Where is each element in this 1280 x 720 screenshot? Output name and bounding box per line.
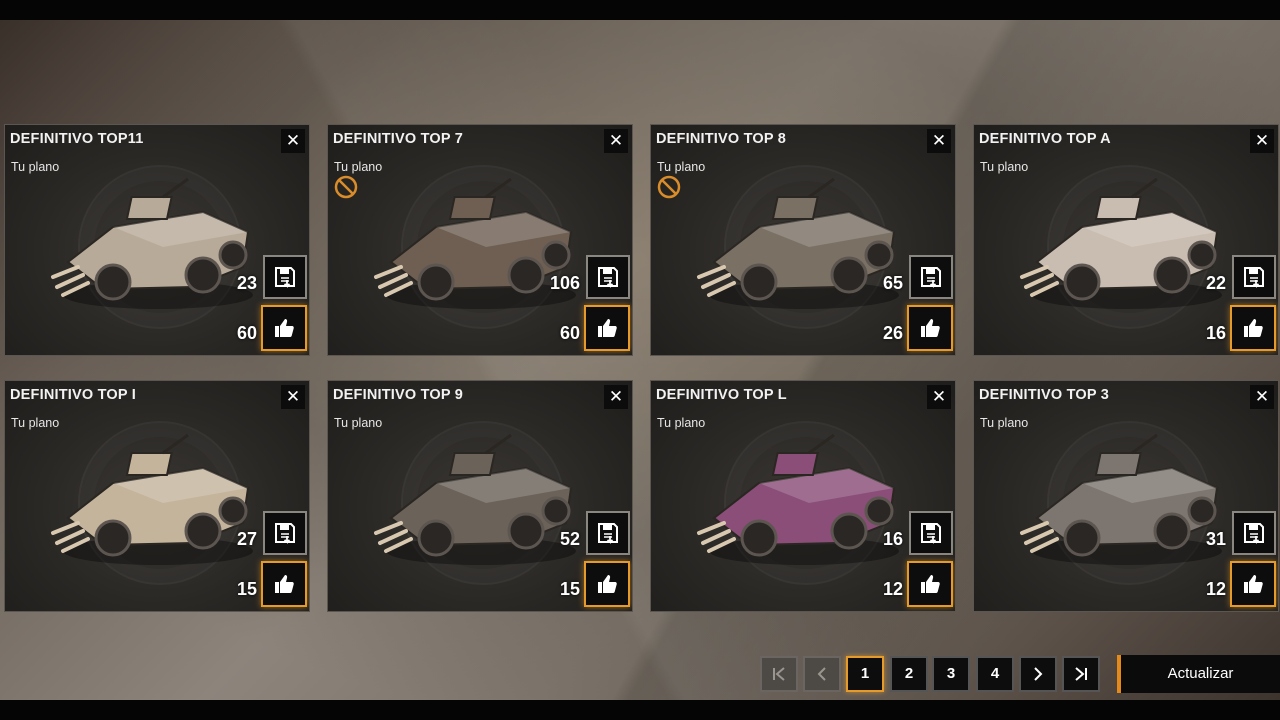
close-icon[interactable]: ✕ [927,129,951,153]
floppy-save-icon [921,523,941,544]
thumbs-up-icon [1244,319,1263,337]
like-count: 60 [559,323,580,343]
save-count: 31 [1205,529,1226,549]
floppy-save-icon [598,523,618,544]
like-button[interactable] [261,305,307,351]
save-blueprint-button[interactable] [1232,511,1276,555]
save-blueprint-button[interactable] [263,255,307,299]
next-page-button[interactable] [1019,656,1057,692]
floppy-save-icon [598,267,618,288]
first-page-icon [773,667,785,681]
like-count: 16 [1205,323,1226,343]
blueprint-title: DEFINITIVO TOP 9 [333,387,463,403]
close-icon[interactable]: ✕ [604,385,628,409]
vehicle-image [51,177,253,309]
like-button[interactable] [1230,305,1276,351]
like-button[interactable] [584,561,630,607]
save-count: 22 [1205,273,1226,293]
thumbs-up-icon [921,319,940,337]
last-page-button[interactable] [1062,656,1100,692]
floppy-save-icon [1244,523,1264,544]
close-icon[interactable]: ✕ [1250,129,1274,153]
blueprint-title: DEFINITIVO TOP11 [10,131,144,147]
like-count: 60 [236,323,257,343]
like-count: 26 [882,323,903,343]
thumbs-up-icon [1244,575,1263,593]
close-icon[interactable]: ✕ [281,385,305,409]
like-button[interactable] [907,561,953,607]
banned-icon [657,175,681,199]
blueprint-card[interactable]: DEFINITIVO TOP11 Tu plano ✕ 23 60 [4,124,310,356]
next-page-icon [1034,667,1043,681]
save-count: 27 [236,529,257,549]
save-count: 52 [559,529,580,549]
blueprint-card[interactable]: DEFINITIVO TOP 7 Tu plano ✕ 106 60 [327,124,633,356]
blueprint-title: DEFINITIVO TOP I [10,387,136,403]
like-button[interactable] [261,561,307,607]
floppy-save-icon [275,523,295,544]
letterbox-bottom [0,700,1280,720]
blueprint-title: DEFINITIVO TOP A [979,131,1111,147]
thumbs-up-icon [921,575,940,593]
like-button[interactable] [584,305,630,351]
save-blueprint-button[interactable] [586,511,630,555]
save-count: 23 [236,273,257,293]
thumbs-up-icon [275,575,294,593]
save-count: 16 [882,529,903,549]
blueprint-title: DEFINITIVO TOP 7 [333,131,463,147]
vehicle-image [1020,177,1222,309]
save-count: 65 [882,273,903,293]
thumbs-up-icon [598,575,617,593]
vehicle-image [374,433,576,565]
blueprint-card[interactable]: DEFINITIVO TOP 9 Tu plano ✕ 52 15 [327,380,633,612]
thumbs-up-icon [598,319,617,337]
banned-icon [334,175,358,199]
like-count: 12 [1205,579,1226,599]
vehicle-image [1020,433,1222,565]
vehicle-image [374,177,576,309]
first-page-button[interactable] [760,656,798,692]
blueprint-card[interactable]: DEFINITIVO TOP 3 Tu plano ✕ 31 12 [973,380,1279,612]
blueprint-card[interactable]: DEFINITIVO TOP 8 Tu plano ✕ 65 26 [650,124,956,356]
floppy-save-icon [921,267,941,288]
like-count: 15 [559,579,580,599]
blueprint-card[interactable]: DEFINITIVO TOP A Tu plano ✕ 22 16 [973,124,1279,356]
save-blueprint-button[interactable] [909,255,953,299]
save-count: 106 [549,273,580,293]
prev-page-icon [817,667,826,681]
like-count: 15 [236,579,257,599]
vehicle-image [697,177,899,309]
save-blueprint-button[interactable] [1232,255,1276,299]
blueprint-title: DEFINITIVO TOP L [656,387,787,403]
like-button[interactable] [907,305,953,351]
blueprint-title: DEFINITIVO TOP 3 [979,387,1109,403]
close-icon[interactable]: ✕ [1250,385,1274,409]
blueprint-card[interactable]: DEFINITIVO TOP I Tu plano ✕ 27 15 [4,380,310,612]
page-button-1[interactable]: 1 [846,656,884,692]
page-button-2[interactable]: 2 [890,656,928,692]
like-button[interactable] [1230,561,1276,607]
thumbs-up-icon [275,319,294,337]
prev-page-button[interactable] [803,656,841,692]
refresh-button[interactable]: Actualizar [1117,655,1280,693]
vehicle-image [51,433,253,565]
floppy-save-icon [275,267,295,288]
close-icon[interactable]: ✕ [927,385,951,409]
like-count: 12 [882,579,903,599]
page-button-3[interactable]: 3 [932,656,970,692]
close-icon[interactable]: ✕ [604,129,628,153]
blueprint-card[interactable]: DEFINITIVO TOP L Tu plano ✕ 16 12 [650,380,956,612]
blueprint-title: DEFINITIVO TOP 8 [656,131,786,147]
last-page-icon [1075,667,1087,681]
page-button-4[interactable]: 4 [976,656,1014,692]
save-blueprint-button[interactable] [586,255,630,299]
save-blueprint-button[interactable] [909,511,953,555]
vehicle-image [697,433,899,565]
floppy-save-icon [1244,267,1264,288]
close-icon[interactable]: ✕ [281,129,305,153]
save-blueprint-button[interactable] [263,511,307,555]
letterbox-top [0,0,1280,20]
